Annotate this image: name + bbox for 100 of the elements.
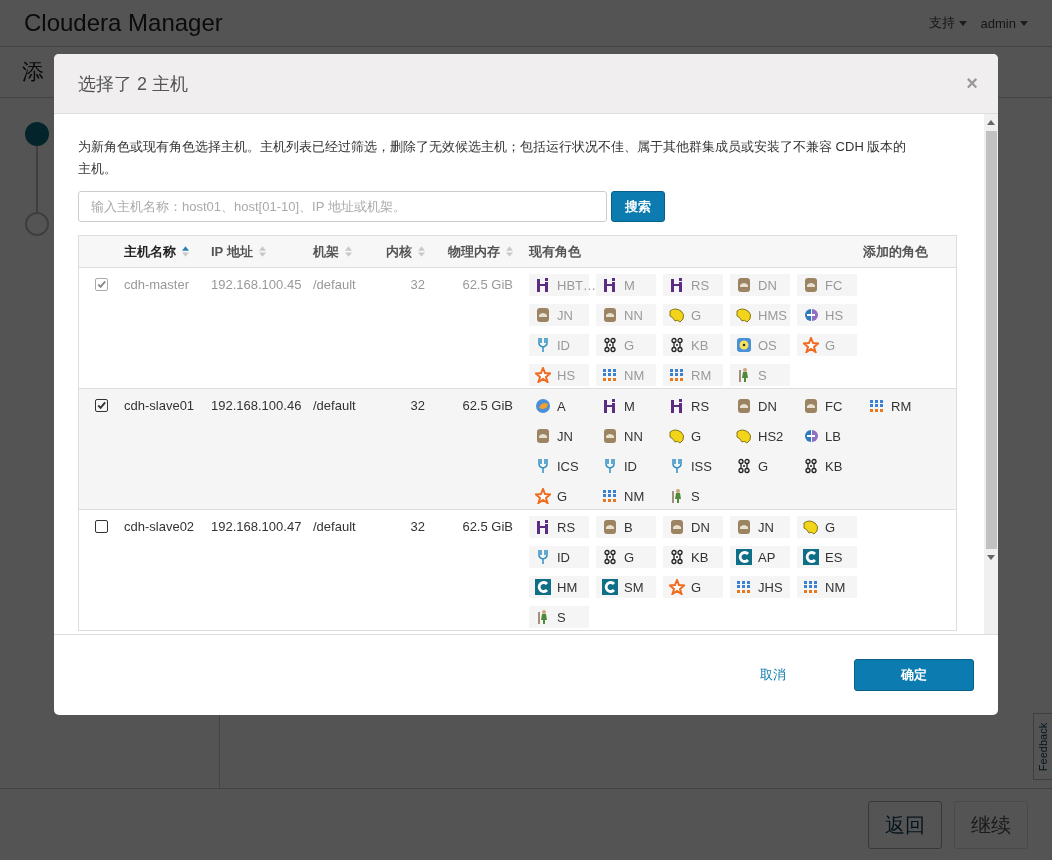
role-label: S xyxy=(758,367,767,383)
feedback-tab[interactable]: Feedback xyxy=(1033,713,1052,780)
sort-icon xyxy=(258,246,266,257)
star-icon xyxy=(803,337,819,353)
role-label: G xyxy=(691,307,702,323)
role-label: KB xyxy=(691,549,709,565)
grid-icon xyxy=(669,367,685,383)
drive-icon xyxy=(736,519,752,535)
grid-icon xyxy=(803,579,819,595)
rack-cell-text: /default xyxy=(313,397,357,415)
role-label: ID xyxy=(557,549,570,565)
c-logo-icon xyxy=(803,549,819,565)
caret-icon xyxy=(1020,20,1028,26)
role-label: RM xyxy=(891,398,912,414)
row-checkbox[interactable] xyxy=(95,399,108,412)
fork-icon xyxy=(535,337,551,353)
role-label: FC xyxy=(825,277,843,293)
drive-icon xyxy=(602,428,618,444)
nav-menu[interactable]: 支持 xyxy=(928,14,967,32)
scroll-up-icon[interactable] xyxy=(987,120,995,125)
role-label: S xyxy=(691,488,700,504)
role-label: LB xyxy=(825,428,841,444)
star-icon xyxy=(535,488,551,504)
h-logo-icon xyxy=(535,277,551,293)
role-label: JN xyxy=(557,307,573,323)
rack-cell-text: /default xyxy=(313,276,357,294)
role-label: RM xyxy=(691,367,712,383)
ip-address: 192.168.100.45 xyxy=(211,276,303,294)
drive-icon xyxy=(535,307,551,323)
role-label: HM xyxy=(557,579,578,595)
column-header[interactable]: IP 地址 xyxy=(211,242,313,261)
drive-icon xyxy=(602,519,618,535)
row-checkbox[interactable] xyxy=(95,520,108,533)
role-label: NM xyxy=(624,488,645,504)
chain-icon xyxy=(602,549,618,565)
h-logo-icon xyxy=(669,398,685,414)
star-icon xyxy=(535,367,551,383)
role-label: ID xyxy=(557,337,570,353)
half-circle-icon xyxy=(803,307,819,323)
role-label: M xyxy=(624,277,635,293)
sort-icon xyxy=(182,246,189,257)
chain-icon xyxy=(669,549,685,565)
role-label: HS2 xyxy=(758,428,784,444)
h-logo-icon xyxy=(602,398,618,414)
role-label: ID xyxy=(624,458,637,474)
cores-cell-text: 32 xyxy=(409,518,425,536)
search-button[interactable]: 搜索 xyxy=(611,191,665,222)
role-label: JN xyxy=(758,519,774,535)
host-row[interactable]: cdh-slave02 192.168.100.47 /default 32 62.5 GiB RS B DN JN G ID G KB AP ES HM SM G JHS NM S xyxy=(79,510,956,631)
drive-icon xyxy=(669,519,685,535)
column-header[interactable]: 内核 xyxy=(373,242,425,261)
role-label: B xyxy=(624,519,633,535)
role-label: ICS xyxy=(557,458,579,474)
role-label: KB xyxy=(825,458,843,474)
host-row[interactable]: cdh-slave01 192.168.100.46 /default 32 62.5 GiB A M RS DN FC JN NN G HS2 LB ICS ID ISS G KB G NM S RM xyxy=(79,389,956,510)
host-name: cdh-slave02 xyxy=(124,518,196,536)
description-text: 为新角色或现有角色选择主机。主机列表已经过筛选，删除了无效候选主机；包括运行状况不佳、属于其他群集成员或安装了不兼容 CDH 版本的主机。 xyxy=(78,138,908,178)
scrollbar[interactable] xyxy=(984,114,998,634)
role-label: HBT… xyxy=(557,277,596,293)
scroll-down-icon[interactable] xyxy=(987,555,995,560)
role-label: OS xyxy=(758,337,777,353)
ok-button[interactable]: 确定 xyxy=(854,659,974,691)
grid-icon xyxy=(602,367,618,383)
globe-icon xyxy=(535,398,551,414)
role-label: RS xyxy=(557,519,576,535)
role-label: G xyxy=(557,488,568,504)
column-header[interactable]: 机架 xyxy=(313,242,373,261)
host-name: cdh-slave01 xyxy=(124,397,196,415)
role-label: ISS xyxy=(691,458,712,474)
cancel-link[interactable]: 取消 xyxy=(726,666,820,684)
role-label: ES xyxy=(825,549,843,565)
drive-icon xyxy=(736,398,752,414)
role-label: DN xyxy=(691,519,710,535)
page-button[interactable]: 返回 xyxy=(868,801,942,849)
drive-icon xyxy=(803,398,819,414)
drive-icon xyxy=(736,277,752,293)
role-label: HS xyxy=(557,367,576,383)
nav-menu[interactable]: admin xyxy=(980,14,1028,32)
role-label: G xyxy=(825,337,836,353)
close-button[interactable]: × xyxy=(966,72,978,95)
chain-icon xyxy=(669,337,685,353)
cores-cell-text: 32 xyxy=(409,397,425,415)
chain-icon xyxy=(736,458,752,474)
grid-icon xyxy=(869,398,885,414)
role-label: RS xyxy=(691,277,710,293)
role-label: G xyxy=(691,428,702,444)
memory-cell-text: 62.5 GiB xyxy=(461,397,513,415)
role-label: A xyxy=(557,398,566,414)
column-header[interactable]: 物理内存 xyxy=(425,242,513,261)
role-label: G xyxy=(758,458,769,474)
fork-icon xyxy=(535,549,551,565)
caret-icon xyxy=(958,20,967,26)
c-logo-icon xyxy=(736,549,752,565)
column-header[interactable]: 主机名称 xyxy=(124,242,211,261)
c-logo-icon xyxy=(535,579,551,595)
fork-icon xyxy=(535,458,551,474)
page-title: 添 xyxy=(22,58,44,86)
rack-cell-text: /default xyxy=(313,518,357,536)
search-field[interactable]: 输入主机名称：host01、host[01-10]、IP 地址或机架。 xyxy=(78,191,607,222)
cores-cell-text: 32 xyxy=(409,276,425,294)
